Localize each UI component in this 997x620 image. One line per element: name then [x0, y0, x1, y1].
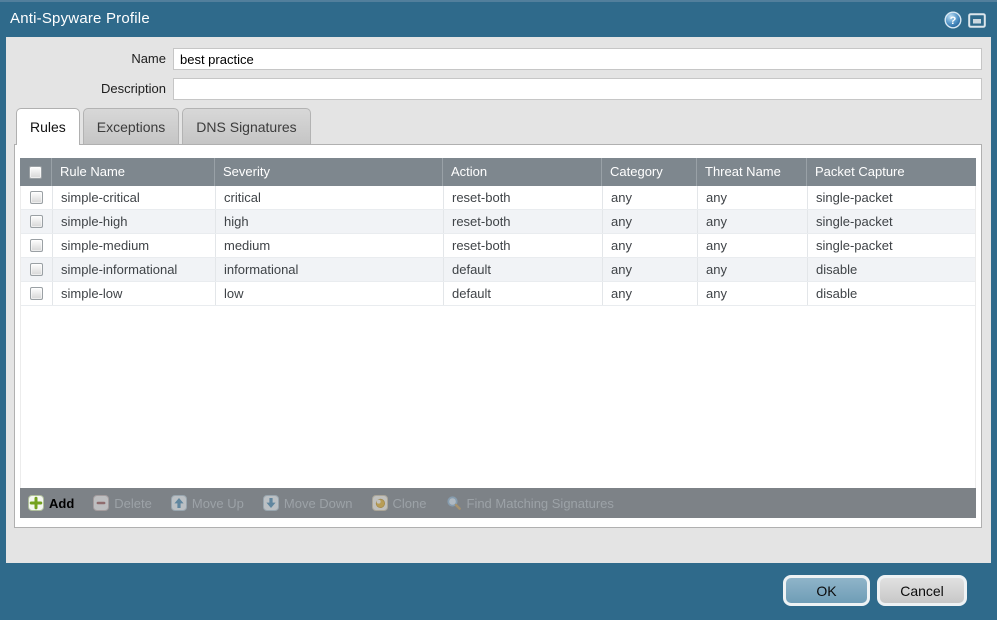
column-header-action[interactable]: Action: [443, 158, 602, 186]
cell-action: default: [444, 258, 603, 281]
ok-button[interactable]: OK: [783, 575, 870, 606]
row-checkbox[interactable]: [30, 287, 43, 300]
cell-category: any: [603, 234, 698, 257]
table-row[interactable]: simple-low low default any any disable: [21, 282, 975, 306]
description-label: Description: [100, 81, 166, 96]
row-checkbox[interactable]: [30, 215, 43, 228]
dialog-title: Anti-Spyware Profile: [10, 10, 150, 27]
name-input[interactable]: [173, 48, 982, 70]
dialog-footer: OK Cancel: [0, 563, 997, 620]
row-checkbox[interactable]: [30, 263, 43, 276]
help-icon[interactable]: ?: [944, 11, 962, 29]
table-header-row: Rule Name Severity Action Category Threa…: [20, 158, 976, 186]
cell-category: any: [603, 210, 698, 233]
title-bar-icons: ?: [944, 11, 986, 29]
cell-severity: low: [216, 282, 444, 305]
tab-exceptions[interactable]: Exceptions: [82, 108, 180, 144]
cell-action: default: [444, 282, 603, 305]
clone-button: Clone: [371, 495, 427, 511]
search-icon: [446, 496, 461, 510]
cell-rule-name[interactable]: simple-informational: [53, 258, 216, 281]
cell-action: reset-both: [444, 210, 603, 233]
cell-threat-name: any: [698, 210, 808, 233]
cell-threat-name: any: [698, 258, 808, 281]
cell-category: any: [603, 282, 698, 305]
table-body: simple-critical critical reset-both any …: [20, 186, 976, 488]
cell-severity: critical: [216, 186, 444, 209]
cell-rule-name[interactable]: simple-critical: [53, 186, 216, 209]
select-all-checkbox[interactable]: [29, 165, 42, 179]
delete-icon: [93, 495, 110, 511]
cell-rule-name[interactable]: simple-medium: [53, 234, 216, 257]
column-header-packet-capture[interactable]: Packet Capture: [807, 158, 972, 186]
window-restore-icon[interactable]: [968, 11, 986, 29]
cell-severity: high: [216, 210, 444, 233]
move-down-icon: [262, 495, 279, 511]
column-header-severity[interactable]: Severity: [215, 158, 443, 186]
cell-packet-capture: disable: [816, 262, 858, 277]
add-button[interactable]: Add: [28, 495, 74, 511]
cell-action: reset-both: [444, 234, 603, 257]
cell-severity: medium: [216, 234, 444, 257]
name-label: Name: [131, 51, 166, 66]
table-row[interactable]: simple-critical critical reset-both any …: [21, 186, 975, 210]
table-row[interactable]: simple-medium medium reset-both any any …: [21, 234, 975, 258]
cell-packet-capture: single-packet: [816, 238, 893, 253]
rules-tab-panel: Rule Name Severity Action Category Threa…: [14, 144, 982, 528]
cell-category: any: [603, 258, 698, 281]
column-header-threat-name[interactable]: Threat Name: [697, 158, 807, 186]
anti-spyware-profile-dialog: Anti-Spyware Profile ? Name best practic…: [0, 0, 997, 620]
row-checkbox[interactable]: [30, 191, 43, 204]
cell-packet-capture: disable: [816, 286, 858, 301]
cell-action: reset-both: [444, 186, 603, 209]
description-input[interactable]: [173, 78, 982, 100]
add-icon: [28, 495, 44, 511]
cell-packet-capture: single-packet: [816, 190, 893, 205]
cell-category: any: [603, 186, 698, 209]
dialog-body: Name Description Rules Exceptions DNS Si…: [6, 37, 991, 563]
cell-rule-name[interactable]: simple-high: [53, 210, 216, 233]
select-all-cell: [20, 158, 52, 186]
cell-packet-capture: single-packet: [816, 214, 893, 229]
clone-icon: [371, 495, 388, 511]
cell-rule-name[interactable]: simple-low: [53, 282, 216, 305]
cell-severity: informational: [216, 258, 444, 281]
tab-dns-signatures[interactable]: DNS Signatures: [182, 108, 311, 144]
find-matching-signatures-button: Find Matching Signatures: [446, 495, 614, 511]
cell-threat-name: any: [698, 282, 808, 305]
table-toolbar: Add Delete Move Up Move Down Clone Find …: [20, 488, 976, 518]
cell-threat-name: any: [698, 234, 808, 257]
move-down-button: Move Down: [262, 495, 353, 511]
title-bar: Anti-Spyware Profile ?: [0, 0, 997, 37]
row-checkbox[interactable]: [30, 239, 43, 252]
move-up-button: Move Up: [170, 495, 244, 511]
tab-rules[interactable]: Rules: [16, 108, 80, 145]
column-header-rule-name[interactable]: Rule Name: [52, 158, 215, 186]
table-row[interactable]: simple-informational informational defau…: [21, 258, 975, 282]
move-up-icon: [170, 495, 187, 511]
rules-table: Rule Name Severity Action Category Threa…: [20, 158, 976, 488]
column-header-category[interactable]: Category: [602, 158, 697, 186]
table-row[interactable]: simple-high high reset-both any any sing…: [21, 210, 975, 234]
svg-text:?: ?: [950, 15, 957, 27]
tab-bar: Rules Exceptions DNS Signatures: [16, 108, 314, 145]
cell-threat-name: any: [698, 186, 808, 209]
delete-button: Delete: [93, 495, 152, 511]
cancel-button[interactable]: Cancel: [877, 575, 967, 606]
